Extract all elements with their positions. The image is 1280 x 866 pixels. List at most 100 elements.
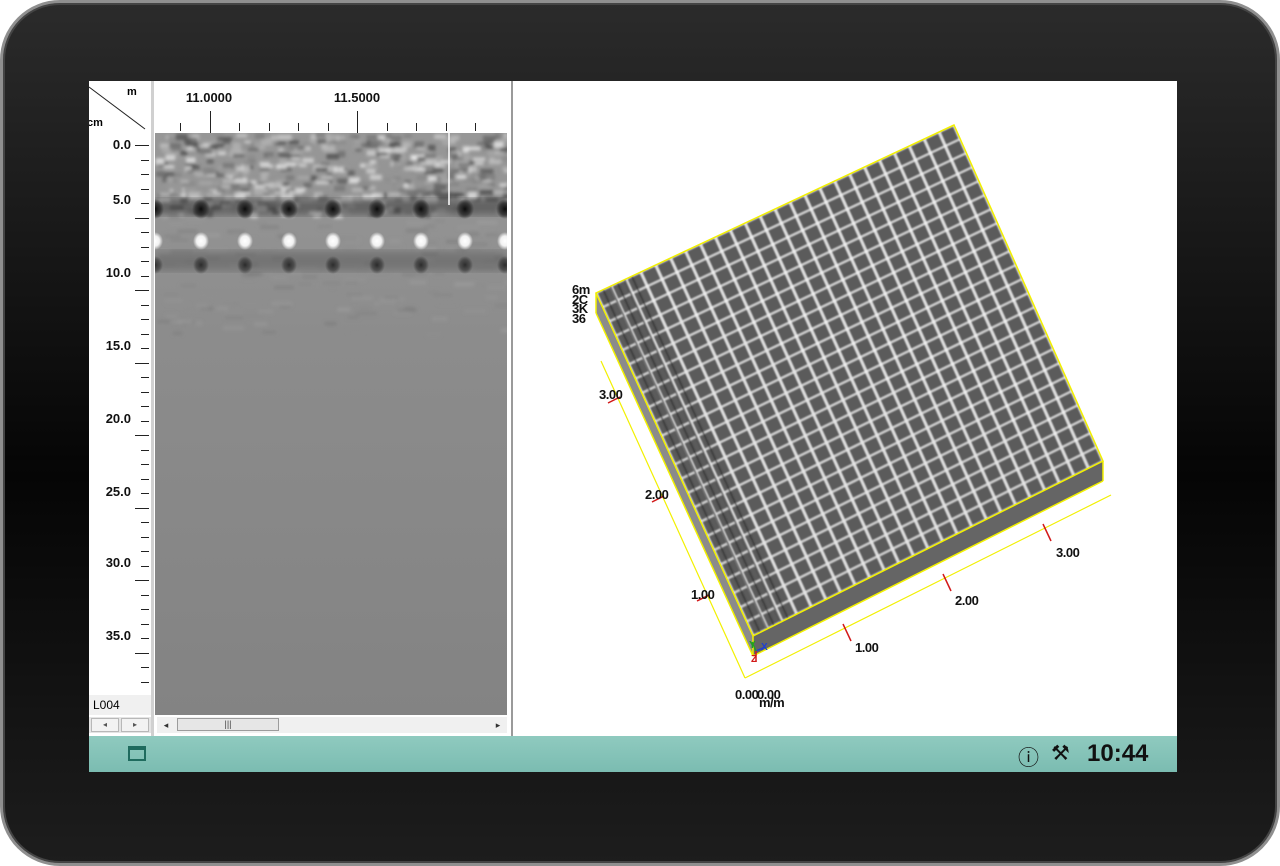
unit-label: m/m [759, 695, 785, 710]
device-screen: m cm 11.0000 11.5000 0.0 5.0 10.0 15.0 2… [89, 81, 1177, 772]
distance-tick [445, 123, 447, 131]
depth-tick [141, 623, 149, 625]
noise-speck [445, 182, 460, 186]
horizontal-scrollbar[interactable]: ◂ ||| ▸ [157, 717, 507, 733]
depth-tick [141, 406, 149, 407]
noise-speck [346, 292, 363, 297]
noise-speck [437, 300, 457, 305]
x-axis-label-3: 3.00 [1056, 545, 1080, 560]
radargram-image[interactable] [155, 133, 507, 715]
noise-speck [288, 190, 303, 195]
noise-speck [302, 274, 318, 279]
noise-speck [450, 153, 459, 158]
noise-speck [372, 192, 384, 199]
distance-label-11-0: 11.0000 [185, 90, 233, 105]
noise-speck [259, 162, 270, 168]
noise-speck [178, 303, 190, 308]
noise-speck [457, 163, 471, 167]
noise-speck [162, 292, 179, 297]
noise-speck [185, 142, 198, 147]
noise-speck [219, 137, 233, 141]
radargram-pane: m cm 11.0000 11.5000 0.0 5.0 10.0 15.0 2… [89, 81, 513, 736]
line-name-label: L004 [89, 695, 151, 715]
noise-speck [180, 179, 189, 184]
noise-speck [324, 321, 337, 326]
noise-speck [273, 285, 294, 290]
noise-speck [299, 163, 307, 168]
noise-speck [449, 139, 456, 144]
distance-label-11-5: 11.5000 [333, 90, 381, 105]
noise-speck [243, 160, 257, 166]
noise-speck [168, 215, 180, 220]
noise-speck [472, 157, 486, 161]
y-axis-label-3: 3.00 [599, 387, 623, 402]
noise-speck [416, 175, 427, 181]
noise-speck [403, 134, 412, 138]
scroll-left-arrow-icon[interactable]: ◂ [159, 717, 173, 733]
window-icon[interactable] [128, 746, 146, 761]
reflection-dark-bottom [325, 256, 341, 274]
noise-speck [347, 170, 355, 177]
noise-speck [480, 168, 494, 174]
depth-tick [141, 275, 149, 277]
noise-speck [260, 139, 272, 146]
noise-speck [254, 133, 265, 139]
noise-speck [262, 330, 277, 335]
noise-speck [156, 171, 166, 177]
noise-speck [434, 219, 445, 224]
noise-speck [439, 162, 450, 166]
noise-speck [223, 310, 243, 315]
noise-speck [426, 332, 441, 337]
noise-speck [165, 314, 178, 319]
noise-speck [494, 152, 507, 160]
noise-speck [456, 175, 467, 180]
x-axis-label-1: 1.00 [855, 640, 879, 655]
noise-speck [370, 174, 382, 180]
noise-speck [497, 177, 506, 184]
noise-speck [288, 140, 299, 145]
noise-speck [188, 191, 200, 198]
depth-tick [141, 203, 149, 204]
noise-speck [345, 281, 358, 286]
noise-speck [336, 177, 349, 184]
noise-speck [260, 225, 280, 230]
noise-speck [198, 180, 212, 186]
noise-speck [180, 283, 197, 288]
depth-tick [135, 580, 149, 581]
noise-speck [398, 189, 412, 193]
clock: 10:44 [1087, 740, 1149, 767]
noise-speck [242, 171, 249, 176]
noise-speck [479, 189, 494, 196]
noise-speck [385, 244, 403, 249]
depth-tick [135, 145, 149, 146]
noise-speck [488, 159, 501, 165]
noise-speck [337, 307, 351, 312]
3d-volume-view[interactable]: 6m 2C 3K 36 3.00 2.00 1.00 1.00 2.00 3.0… [513, 81, 1177, 736]
info-icon[interactable]: ⓘ [1018, 742, 1039, 772]
next-line-button[interactable]: ▸ [121, 718, 149, 732]
noise-speck [501, 166, 507, 171]
noise-speck [239, 300, 260, 305]
noise-speck [222, 301, 243, 306]
noise-speck [267, 155, 278, 159]
noise-speck [474, 161, 484, 166]
scroll-thumb[interactable]: ||| [177, 718, 279, 731]
scroll-right-arrow-icon[interactable]: ▸ [491, 717, 505, 733]
reflection-dark-top [236, 199, 254, 219]
reflection-dark-bottom [281, 256, 297, 274]
noise-speck [338, 150, 346, 158]
reflection-dark-top [192, 199, 210, 219]
noise-speck [366, 150, 376, 156]
depth-tick [141, 261, 149, 262]
depth-tick [135, 217, 149, 219]
prev-line-button[interactable]: ◂ [91, 718, 119, 732]
depth-tick [141, 681, 149, 683]
noise-speck [320, 175, 333, 180]
noise-speck [477, 220, 498, 225]
noise-speck [482, 135, 496, 143]
depth-tick [141, 609, 149, 610]
tools-icon[interactable]: ⚒ [1051, 741, 1070, 766]
depth-tick [141, 449, 149, 451]
noise-speck [274, 190, 286, 196]
origin-label: 0.00 [735, 687, 759, 702]
